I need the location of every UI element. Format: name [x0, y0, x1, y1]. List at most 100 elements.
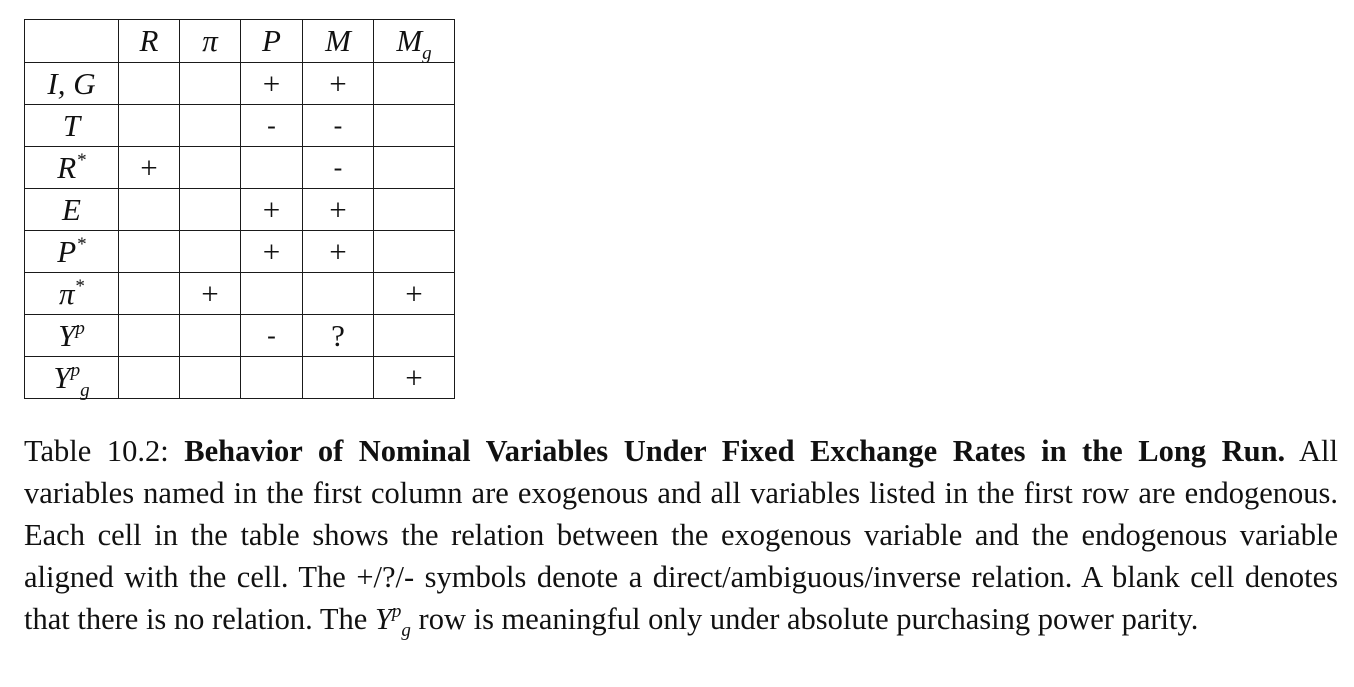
table-cell [179, 62, 241, 105]
relation-sign: + [405, 359, 423, 395]
row-header-sup: * [76, 149, 86, 171]
relation-sign: ? [331, 317, 345, 353]
row-header-var: Ypg [53, 359, 89, 400]
table-row: π* + + [24, 272, 455, 315]
row-header-var: T [63, 108, 80, 143]
table-cell [179, 104, 241, 147]
column-header-base: P [262, 23, 281, 58]
column-header: M [302, 19, 374, 63]
relation-sign: - [267, 321, 276, 350]
relation-sign: + [262, 65, 281, 101]
row-header: Yp [24, 314, 119, 357]
row-header: P* [24, 230, 119, 273]
table-cell: + [302, 62, 374, 105]
relation-sign: + [329, 65, 347, 101]
caption-last-line-pre: The [319, 602, 368, 636]
table-cell: + [302, 188, 374, 231]
table-cell [373, 314, 455, 357]
row-header: π* [24, 272, 119, 315]
row-header-sup: * [76, 233, 86, 255]
column-header-base: R [139, 23, 159, 58]
table-cell: + [302, 230, 374, 273]
table-cell [373, 146, 455, 189]
column-header: π [179, 19, 241, 63]
table-cell [118, 62, 180, 105]
row-header-sup: p [70, 359, 81, 381]
table-cell [240, 356, 303, 399]
table-cell [118, 356, 180, 399]
row-header: R* [24, 146, 119, 189]
header-row: Rπ P M Mg [24, 19, 455, 64]
row-header-var: E [62, 192, 81, 227]
caption-title: Behavior of Nominal Variables Under Fixe… [184, 434, 1286, 468]
row-header-var: R* [57, 150, 85, 185]
relation-sign: + [201, 275, 219, 311]
row-header-var: Yp [58, 318, 85, 353]
table-cell [302, 356, 374, 399]
column-header-sub: g [422, 43, 432, 64]
relation-sign: - [267, 111, 276, 140]
table-cell: + [373, 356, 455, 399]
column-header-var: R [140, 23, 159, 58]
relation-sign: + [140, 149, 158, 185]
table-cell: - [240, 314, 303, 357]
table-cell [118, 314, 180, 357]
caption-variable-base: Y [374, 602, 392, 636]
column-header-base: π [202, 23, 218, 58]
table-row: I, G + + [24, 62, 455, 105]
table-cell: + [240, 188, 303, 231]
table-row: Ypg + [24, 356, 455, 400]
table-cell [373, 104, 455, 147]
table-cell: + [179, 272, 241, 315]
table-cell [302, 272, 374, 315]
column-header-var: P [262, 23, 281, 58]
caption-variable-sup: p [391, 601, 402, 622]
variables-table: Rπ P M Mg I, G + + T - - R* + - E + + P* + + π* + + Yp -? Ypg + [24, 19, 455, 400]
table-cell: ? [302, 314, 374, 357]
row-header-base: P [57, 233, 77, 269]
row-header-base: E [62, 191, 81, 227]
relation-sign: - [333, 153, 343, 182]
table-cell [373, 188, 455, 231]
table-cell [179, 356, 241, 399]
table-row: Yp -? [24, 314, 455, 357]
column-header-var: M [325, 23, 351, 58]
table-cell: + [240, 230, 303, 273]
row-header-var: π* [59, 276, 84, 311]
table-cell [179, 230, 241, 273]
table-cell [118, 104, 180, 147]
table-cell [179, 146, 241, 189]
column-header-var: π [202, 23, 218, 58]
relation-sign: + [405, 275, 423, 311]
table-cell [179, 314, 241, 357]
corner-cell [24, 19, 119, 63]
row-header: I, G [24, 62, 119, 105]
column-header-base: M [325, 23, 351, 58]
table-cell [373, 62, 455, 105]
row-header-sup: * [74, 275, 85, 297]
relation-sign: + [329, 191, 347, 227]
table-cell [240, 272, 303, 315]
table-row: R* + - [24, 146, 455, 189]
table-cell: + [118, 146, 180, 189]
table-cell [118, 188, 180, 231]
table-row: T-- [24, 104, 455, 147]
table-cell: - [240, 104, 303, 147]
table-row: P* + + [24, 230, 455, 273]
table-cell [240, 146, 303, 189]
table-caption: Table 10.2: Behavior of Nominal Variable… [24, 430, 1338, 640]
caption-variable-sub: g [401, 620, 411, 641]
row-header-base: Y [53, 359, 71, 395]
caption-variable: Ypg [374, 601, 411, 640]
column-header: Mg [373, 19, 455, 64]
table-body: Rπ P M Mg I, G + + T - - R* + - E + + P* + + π* + + Yp -? Ypg + [24, 19, 455, 400]
relation-sign: + [262, 233, 281, 269]
row-header-sub: g [80, 379, 90, 401]
row-header: E [24, 188, 119, 231]
table-cell: - [302, 146, 374, 189]
row-header: T [24, 104, 119, 147]
row-header-base: I, G [47, 65, 96, 101]
row-header-var: I, G [47, 66, 95, 101]
table-cell [179, 188, 241, 231]
row-header-base: R [57, 149, 77, 185]
